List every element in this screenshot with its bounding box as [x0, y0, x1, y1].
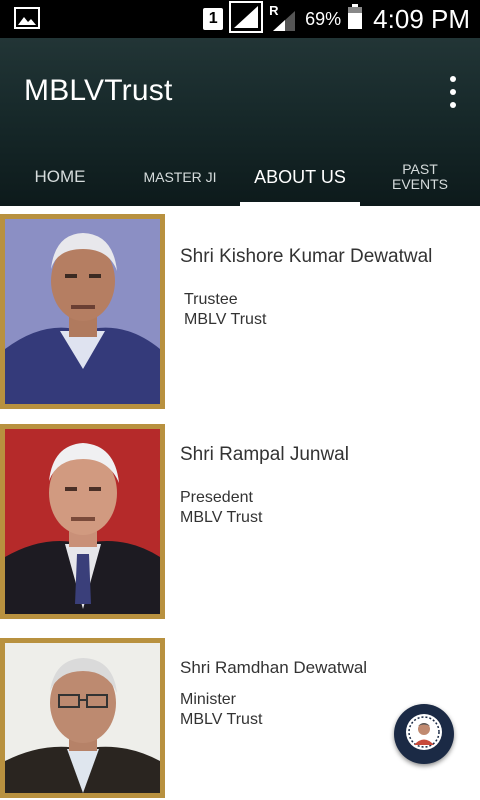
- signal-strength-icon: [229, 0, 264, 38]
- guru-avatar-icon: [404, 712, 444, 757]
- tab-about-us[interactable]: ABOUT US: [240, 148, 360, 206]
- status-bar: 1 R 69% 4:09 PM: [0, 0, 480, 38]
- list-item[interactable]: Shri Kishore Kumar Dewatwal Trustee MBLV…: [0, 214, 480, 409]
- member-title: Presedent: [180, 489, 253, 506]
- battery-icon: [347, 3, 363, 35]
- fab-button[interactable]: [394, 704, 454, 764]
- member-role: Minister MBLV Trust: [180, 690, 262, 730]
- status-clock: 4:09 PM: [373, 3, 470, 34]
- app-title: MBLVTrust: [24, 74, 173, 107]
- member-org: MBLV Trust: [184, 311, 267, 328]
- member-title: Minister: [180, 691, 237, 708]
- member-photo: [0, 424, 165, 619]
- member-photo: [0, 214, 165, 409]
- battery-percent: 69%: [305, 8, 342, 29]
- member-name: Shri Rampal Junwal: [180, 444, 349, 465]
- member-role: Trustee MBLV Trust: [184, 290, 266, 330]
- tab-master-ji[interactable]: MASTER JI: [120, 148, 240, 206]
- gallery-notification-icon: [14, 7, 40, 34]
- member-role: Presedent MBLV Trust: [180, 488, 262, 528]
- list-item[interactable]: Shri Rampal Junwal Presedent MBLV Trust: [0, 424, 480, 619]
- roaming-signal-icon: R: [269, 3, 299, 35]
- member-org: MBLV Trust: [180, 509, 263, 526]
- sim-slot-badge: 1: [203, 8, 224, 30]
- tab-home[interactable]: HOME: [0, 148, 120, 206]
- member-photo: [0, 638, 165, 798]
- member-name: Shri Kishore Kumar Dewatwal: [180, 246, 433, 267]
- member-name: Shri Ramdhan Dewatwal: [180, 658, 368, 677]
- tab-bar: HOME MASTER JI ABOUT US PAST EVENTS: [0, 148, 480, 206]
- member-title: Trustee: [184, 291, 238, 308]
- tab-past-events[interactable]: PAST EVENTS: [360, 148, 480, 206]
- member-org: MBLV Trust: [180, 711, 263, 728]
- overflow-menu-icon[interactable]: [446, 76, 460, 108]
- app-bar: MBLVTrust HOME MASTER JI ABOUT US PAST E…: [0, 38, 480, 206]
